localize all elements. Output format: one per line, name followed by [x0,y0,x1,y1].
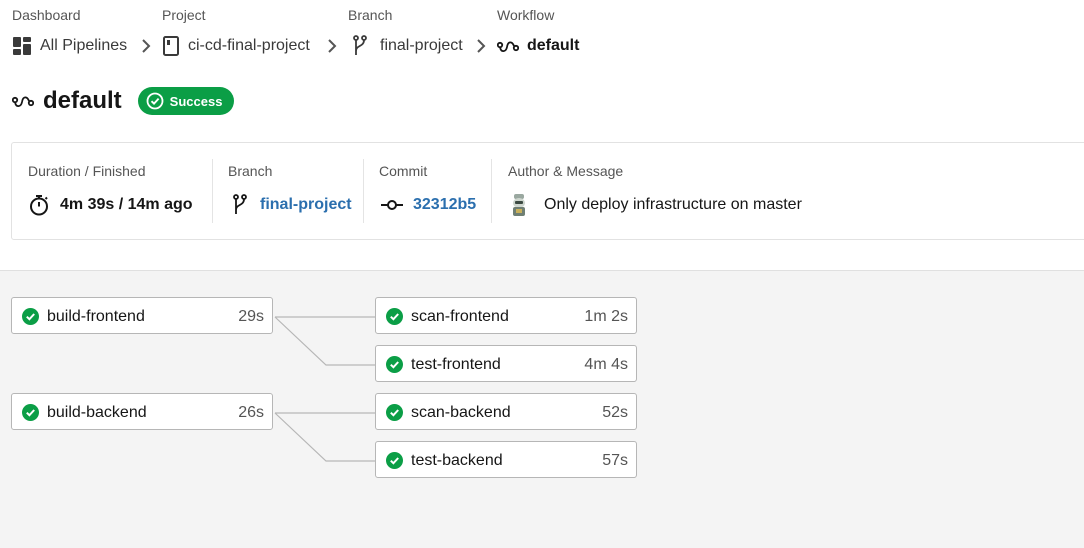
branch-label: Branch [228,163,273,179]
job-duration: 26s [238,404,264,421]
workflow-summary-card: Duration / Finished 4m 39s / 14m ago Bra… [11,142,1084,240]
branch-link[interactable]: final-project [260,196,352,214]
job-test-frontend[interactable]: test-frontend 4m 4s [375,345,637,382]
divider [491,159,492,223]
chevron-right-icon [477,39,486,53]
page-header: default Success [12,86,235,116]
job-build-backend[interactable]: build-backend 26s [11,393,273,430]
all-pipelines-link[interactable]: All Pipelines [12,36,127,56]
duration-value: 4m 39s / 14m ago [28,193,193,217]
divider [212,159,213,223]
job-duration: 52s [602,404,628,421]
job-duration: 4m 4s [584,356,628,373]
success-icon [22,308,39,325]
branch-value: final-project [232,193,352,217]
repo-icon [163,36,179,56]
commit-link[interactable]: 32312b5 [413,196,476,214]
project-link[interactable]: ci-cd-final-project [162,36,310,56]
breadcrumb-label: Project [162,7,206,23]
job-build-frontend[interactable]: build-frontend 29s [11,297,273,334]
job-name: test-backend [411,452,503,469]
job-name: build-backend [47,404,147,421]
branch-icon [233,194,247,214]
chevron-right-icon [328,39,337,53]
success-icon [386,356,403,373]
dashboard-icon [13,37,31,55]
breadcrumb-label: Branch [348,7,393,23]
author-value: Only deploy infrastructure on master [508,193,802,217]
job-name: build-frontend [47,308,145,325]
page-title: default [43,87,122,114]
commit-label: Commit [379,163,428,179]
job-name: scan-frontend [411,308,509,325]
job-duration: 57s [602,452,628,469]
success-icon [22,404,39,421]
avatar-icon [513,194,525,216]
branch-link[interactable]: final-project [352,35,463,56]
status-badge: Success [137,87,235,115]
all-pipelines-text: All Pipelines [40,37,128,54]
job-duration: 29s [238,308,264,325]
commit-icon [381,200,403,210]
workflow-icon [12,96,34,108]
job-name: scan-backend [411,404,511,421]
duration-label: Duration / Finished [28,163,146,179]
commit-message: Only deploy infrastructure on master [544,196,802,213]
breadcrumb-label: Dashboard [12,7,81,23]
chevron-right-icon [142,39,151,53]
job-test-backend[interactable]: test-backend 57s [375,441,637,478]
check-circle-icon [146,92,164,110]
divider [363,159,364,223]
success-icon [386,452,403,469]
success-icon [386,404,403,421]
project-name: ci-cd-final-project [188,37,310,54]
workflow-icon [497,41,519,53]
stopwatch-icon [30,195,48,216]
workflow-graph: build-frontend 29s scan-frontend 1m 2s t… [0,270,1084,548]
branch-name: final-project [380,37,463,54]
status-label: Success [169,93,223,109]
job-duration: 1m 2s [584,308,628,325]
avatar [508,193,530,217]
breadcrumb: Dashboard All Pipelines Project ci-cd-fi… [0,0,1084,70]
author-label: Author & Message [508,163,624,179]
branch-icon [353,35,367,55]
job-scan-backend[interactable]: scan-backend 52s [375,393,637,430]
job-name: test-frontend [411,356,501,373]
current-workflow: default [497,36,579,56]
commit-value: 32312b5 [381,193,476,217]
success-icon [386,308,403,325]
duration-text: 4m 39s / 14m ago [60,196,193,213]
workflow-name: default [527,37,580,54]
job-scan-frontend[interactable]: scan-frontend 1m 2s [375,297,637,334]
breadcrumb-label: Workflow [497,7,555,23]
